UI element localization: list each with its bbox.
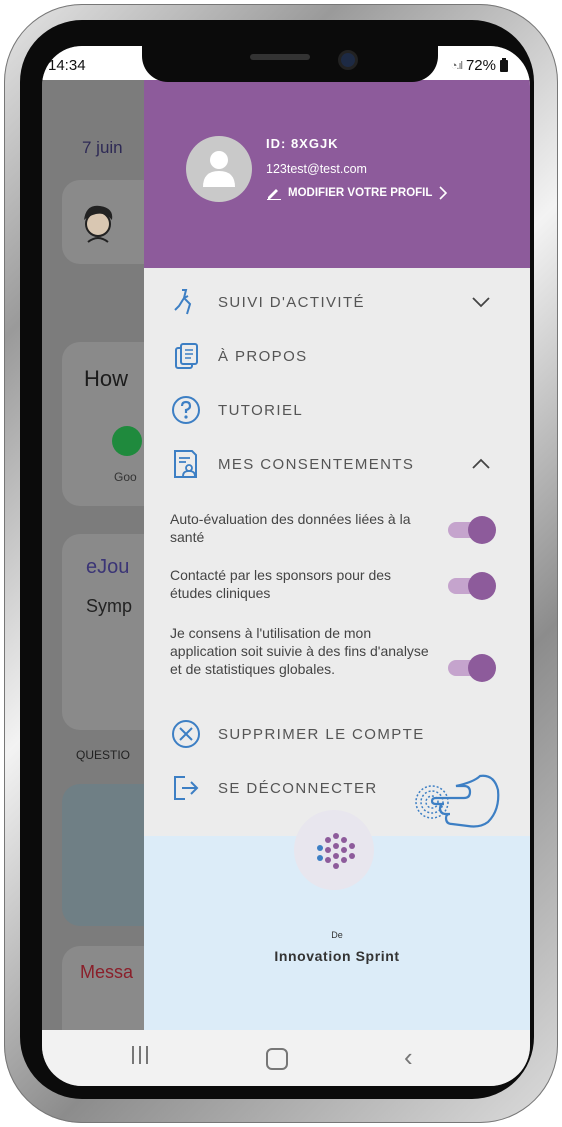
- menu-label-consents: MES CONSENTEMENTS: [218, 455, 415, 473]
- consent-row-sponsors: Contacté par les sponsors pour des étude…: [170, 566, 500, 602]
- battery-icon: [500, 57, 508, 72]
- innovation-sprint-logo: [294, 810, 374, 890]
- consent-row-analytics: Je consens à l'utilisation de mon applic…: [170, 624, 500, 682]
- user-icon: [203, 151, 235, 187]
- camera-notch: [142, 46, 438, 82]
- phone-screen: 14:34 ◔.ıl 72% 7 juin How Goo eJou Symp …: [42, 46, 530, 1086]
- menu-item-logout[interactable]: SE DÉCONNECTER: [170, 772, 378, 804]
- consent-row-health: Auto-évaluation des données liées à la s…: [170, 510, 500, 546]
- menu-label-tutorial: TUTORIEL: [218, 401, 304, 419]
- camera-icon: [338, 50, 358, 70]
- consent-toggle-analytics[interactable]: [448, 654, 496, 682]
- speaker-grille: [250, 54, 310, 60]
- menu-item-activity[interactable]: SUIVI D'ACTIVITÉ: [170, 286, 520, 318]
- menu-item-consents[interactable]: MES CONSENTEMENTS: [170, 448, 520, 480]
- dots-logo-icon: [317, 833, 355, 869]
- bg-card-title: How: [84, 366, 129, 391]
- menu-item-tutorial[interactable]: TUTORIEL: [170, 394, 303, 426]
- profile-id: ID: 8XGJK: [266, 136, 339, 151]
- menu-item-about[interactable]: À PROPOS: [170, 340, 308, 372]
- toggle-knob: [468, 654, 496, 682]
- footer-by-label: De: [331, 930, 343, 940]
- smile-icon: [112, 426, 142, 456]
- navigation-drawer: ID: 8XGJK 123test@test.com MODIFIER VOTR…: [144, 80, 530, 1030]
- tap-hand-icon: [415, 774, 500, 828]
- toggle-knob: [468, 516, 496, 544]
- logout-icon: [170, 772, 202, 804]
- profile-avatar[interactable]: [186, 136, 252, 202]
- consent-text: Auto-évaluation des données liées à la s…: [170, 511, 411, 545]
- consent-document-icon: [170, 448, 202, 480]
- walking-icon: [170, 286, 202, 318]
- status-time: 14:34: [48, 57, 86, 74]
- consent-text: Je consens à l'utilisation de mon applic…: [170, 625, 429, 677]
- document-icon: [170, 340, 202, 372]
- bg-section-label: QUESTIO: [76, 748, 131, 762]
- menu-label-delete: SUPPRIMER LE COMPTE: [218, 725, 425, 743]
- consent-toggle-health[interactable]: [448, 516, 496, 544]
- toggle-knob: [468, 572, 496, 600]
- consent-text: Contacté par les sponsors pour des étude…: [170, 567, 392, 601]
- bg-mood-label: Goo: [114, 470, 137, 484]
- bg-journal-title: eJou: [86, 556, 130, 578]
- question-circle-icon: [170, 394, 202, 426]
- system-nav-bar: ‹: [42, 1030, 530, 1086]
- back-icon[interactable]: ‹: [404, 1042, 413, 1073]
- signal-icon: ◔.ıl: [450, 59, 463, 72]
- chevron-up-icon[interactable]: [472, 458, 490, 470]
- chevron-down-icon[interactable]: [472, 296, 490, 308]
- chevron-right-icon: [439, 186, 448, 200]
- close-circle-icon: [170, 718, 202, 750]
- status-indicators: ◔.ıl 72%: [451, 57, 508, 74]
- menu-label-logout: SE DÉCONNECTER: [218, 779, 378, 797]
- battery-percent: 72%: [465, 57, 496, 74]
- bg-date: 7 juin: [82, 138, 123, 157]
- menu-item-delete-account[interactable]: SUPPRIMER LE COMPTE: [170, 718, 425, 750]
- edit-profile-label: MODIFIER VOTRE PROFIL: [288, 187, 433, 199]
- edit-profile-link[interactable]: MODIFIER VOTRE PROFIL: [266, 186, 448, 200]
- bg-journal-sub: Symp: [86, 596, 133, 616]
- footer-brand-name: Innovation Sprint: [274, 948, 400, 964]
- recent-apps-icon[interactable]: [130, 1044, 150, 1066]
- profile-email: 123test@test.com: [266, 162, 367, 176]
- drawer-header: ID: 8XGJK 123test@test.com MODIFIER VOTR…: [144, 80, 530, 268]
- consent-toggle-sponsors[interactable]: [448, 572, 496, 600]
- background-app[interactable]: 7 juin How Goo eJou Symp QUESTIO Messa: [42, 80, 144, 1050]
- menu-label-about: À PROPOS: [218, 347, 308, 365]
- home-icon[interactable]: [266, 1048, 288, 1070]
- menu-label-activity: SUIVI D'ACTIVITÉ: [218, 293, 365, 311]
- pencil-icon: [267, 189, 281, 200]
- bg-card-question: [62, 784, 144, 926]
- bg-messages-label: Messa: [80, 962, 134, 982]
- avatar-face-icon: [84, 205, 113, 243]
